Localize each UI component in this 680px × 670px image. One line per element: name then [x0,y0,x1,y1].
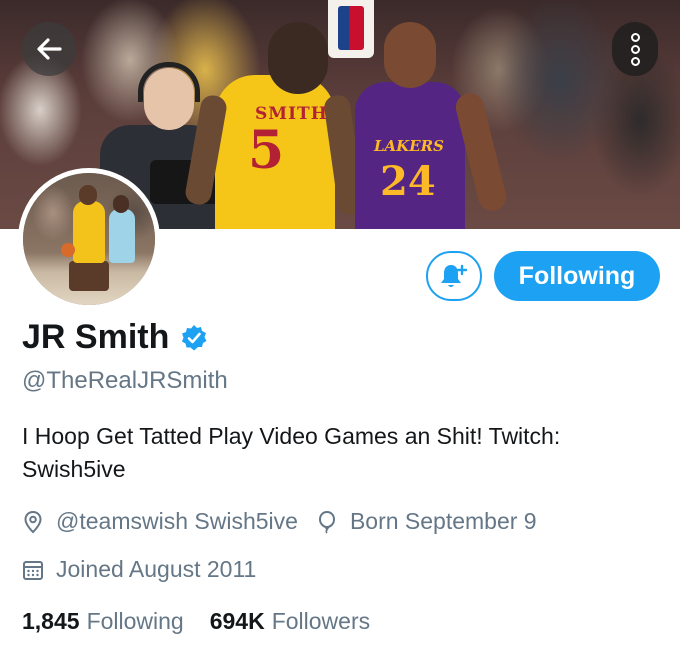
followers-count: 694K [209,608,265,634]
jersey-kobe-name: LAKERS [374,137,444,155]
follow-stats: 1,845 Following 694K Followers [22,608,370,635]
meta-row-location-birthday: @teamswish Swish5ive Born September 9 [22,508,537,535]
meta-row-joined: Joined August 2011 [22,556,256,583]
following-label: Following [86,608,184,634]
name-row: JR Smith [22,318,209,357]
player-kobe-head [384,22,436,88]
bell-plus-icon [441,264,468,287]
verified-badge-icon [182,324,207,350]
jersey-kobe-number: 24 [380,158,436,205]
arrow-left-icon [37,38,62,60]
user-handle: @TheRealJRSmith [22,367,228,394]
following-count-link[interactable]: 1,845 Following [22,608,184,635]
following-count: 1,845 [22,608,80,634]
location-text[interactable]: @teamswish Swish5ive [56,508,298,535]
player-kobe [355,82,510,229]
calendar-icon [22,558,44,582]
profile-bio: I Hoop Get Tatted Play Video Games an Sh… [22,423,561,482]
more-options-button[interactable] [612,22,658,76]
joined-text: Joined August 2011 [56,556,257,582]
following-button[interactable]: Following [494,251,660,301]
followers-count-link[interactable]: 694K Followers [210,608,370,635]
birthday-text: Born September 9 [349,508,537,534]
notifications-button[interactable] [426,251,482,301]
followers-label: Followers [271,608,371,634]
player-smith-head [268,22,328,94]
more-vertical-icon [630,44,640,54]
more-vertical-icon [630,32,640,42]
jersey-smith-number: 5 [248,120,285,181]
location-pin-icon [22,510,44,534]
avatar[interactable] [18,168,160,310]
balloon-icon [316,510,338,534]
display-name: JR Smith [22,318,170,356]
nba-logo [328,0,374,58]
more-vertical-icon [630,56,640,66]
back-button[interactable] [22,22,76,76]
